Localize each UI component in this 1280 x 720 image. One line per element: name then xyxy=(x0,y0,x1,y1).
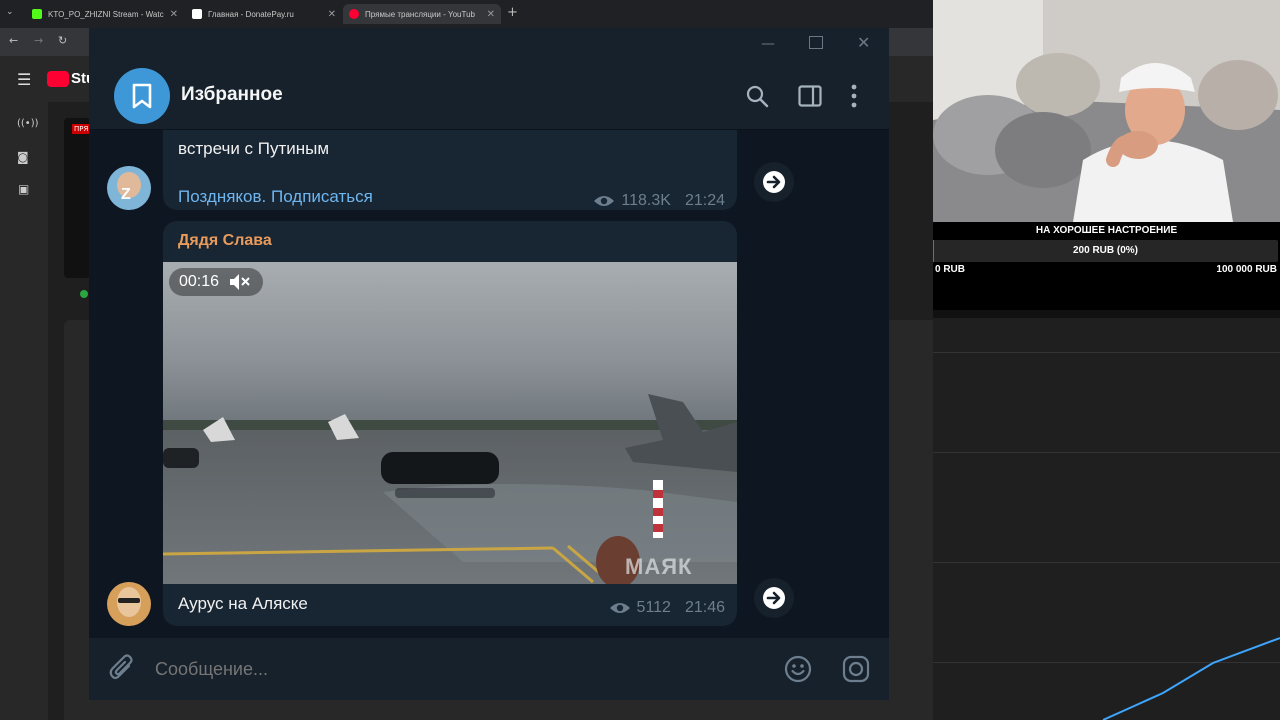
maximize-icon[interactable] xyxy=(809,36,823,49)
attach-paperclip-icon[interactable] xyxy=(109,654,135,684)
donatepay-favicon-icon xyxy=(192,9,202,19)
message-meta: 5112 21:46 xyxy=(609,599,725,617)
more-vertical-icon[interactable] xyxy=(850,84,858,108)
view-count: 5112 xyxy=(636,599,671,616)
forward-arrow-icon[interactable]: → xyxy=(34,34,43,47)
tab-list-chevron-icon[interactable]: ⌄ xyxy=(6,7,14,17)
sender-avatar[interactable]: Z xyxy=(107,166,151,210)
webcam-image xyxy=(933,0,1280,222)
donation-progress-text: 200 RUB (0%) xyxy=(1072,245,1139,256)
youtube-studio-sidebar: ((•)) ◙ ▣ xyxy=(0,102,48,720)
tab-title: Главная - DonatePay.ru xyxy=(208,9,294,19)
message-time: 21:46 xyxy=(684,599,725,616)
message-bubble[interactable]: встречи с Путиным Поздняков. Подписаться… xyxy=(163,130,737,210)
video-watermark: МАЯК xyxy=(625,554,693,579)
close-tab-icon[interactable]: ✕ xyxy=(328,9,336,20)
close-tab-icon[interactable]: ✕ xyxy=(170,9,178,20)
tab-title: KTO_PO_ZHIZNI Stream - Watc xyxy=(48,9,164,19)
browser-tab-kick[interactable]: KTO_PO_ZHIZNI Stream - Watc ✕ xyxy=(26,4,184,24)
stream-preview: ПРЯ xyxy=(64,118,91,278)
emoji-icon[interactable] xyxy=(784,655,812,683)
minimize-icon[interactable]: — xyxy=(761,36,775,52)
donation-title: НА ХОРОШЕЕ НАСТРОЕНИЕ xyxy=(1035,225,1178,236)
browser-tab-bar: ⌄ KTO_PO_ZHIZNI Stream - Watc ✕ Главная … xyxy=(0,0,933,28)
forward-message-button[interactable] xyxy=(754,162,794,202)
new-tab-button[interactable]: + xyxy=(507,5,518,20)
search-icon[interactable] xyxy=(745,84,769,108)
back-arrow-icon[interactable]: ← xyxy=(9,34,18,47)
browser-tab-donatepay[interactable]: Главная - DonatePay.ru ✕ xyxy=(186,4,342,24)
subscribe-link[interactable]: Поздняков. Подписаться xyxy=(178,187,373,207)
compose-bar xyxy=(89,638,889,700)
webcam-feed xyxy=(933,0,1280,222)
browser-tab-youtube[interactable]: Прямые трансляции - YouTub ✕ xyxy=(343,4,501,24)
message-list: встречи с Путиным Поздняков. Подписаться… xyxy=(89,130,889,638)
tab-title: Прямые трансляции - YouTub xyxy=(365,9,475,19)
saved-messages-avatar[interactable] xyxy=(114,68,170,124)
sidebar-toggle-icon[interactable] xyxy=(798,85,822,107)
viewers-line-chart xyxy=(1102,637,1280,720)
close-window-icon[interactable]: ✕ xyxy=(857,33,870,52)
close-tab-icon[interactable]: ✕ xyxy=(487,9,495,20)
message-input[interactable] xyxy=(155,654,755,684)
video-duration: 00:16 xyxy=(179,273,220,290)
telegram-window: — ✕ Избранное встречи с Путиным Поздняко… xyxy=(89,28,889,700)
live-icon[interactable]: ((•)) xyxy=(17,118,39,129)
message-author[interactable]: Дядя Слава xyxy=(178,232,272,250)
message-caption: Аурус на Аляске xyxy=(178,594,308,613)
video-frame xyxy=(163,262,737,584)
calendar-icon[interactable]: ▣ xyxy=(18,182,29,196)
youtube-logo-icon[interactable] xyxy=(47,71,69,87)
chat-title: Избранное xyxy=(181,84,283,105)
avatar-glasses xyxy=(118,598,140,603)
message-time: 21:24 xyxy=(684,192,725,209)
forward-arrow-icon xyxy=(763,171,785,193)
message-text: встречи с Путиным xyxy=(178,139,330,158)
donation-goal-widget: НА ХОРОШЕЕ НАСТРОЕНИЕ 0 RUB 100 000 RUB xyxy=(933,222,1280,310)
youtube-studio-chart-area xyxy=(933,310,1280,720)
message-meta: 118.3K 21:24 xyxy=(593,192,725,210)
eye-icon xyxy=(609,603,630,613)
youtube-favicon-icon xyxy=(349,9,359,19)
status-dot-icon xyxy=(80,290,88,298)
donation-progress-bar: 200 RUB (0%) xyxy=(933,240,1278,262)
video-message-icon[interactable] xyxy=(842,655,870,683)
reload-icon[interactable]: ↻ xyxy=(58,34,67,47)
message-bubble[interactable]: Дядя Слава МАЯК 00:16 Аурус на Аляске 51… xyxy=(163,221,737,626)
hamburger-menu-icon[interactable]: ☰ xyxy=(17,70,31,89)
donation-min-label: 0 RUB xyxy=(935,264,966,275)
mute-icon[interactable] xyxy=(229,273,251,291)
kick-favicon-icon xyxy=(32,9,42,19)
bookmark-icon xyxy=(132,83,152,109)
live-badge: ПРЯ xyxy=(72,124,91,134)
telegram-titlebar: — ✕ xyxy=(89,28,889,60)
eye-icon xyxy=(594,196,615,206)
z-letter-icon: Z xyxy=(121,186,131,203)
forward-arrow-icon xyxy=(763,587,785,609)
forward-message-button[interactable] xyxy=(754,578,794,618)
video-time-badge[interactable]: 00:16 xyxy=(169,268,263,296)
camera-icon[interactable]: ◙ xyxy=(17,150,29,164)
video-player[interactable]: МАЯК 00:16 xyxy=(163,262,737,584)
donation-max-label: 100 000 RUB xyxy=(1216,264,1277,275)
sender-avatar[interactable] xyxy=(107,582,151,626)
chat-header: Избранное xyxy=(89,60,889,130)
view-count: 118.3K xyxy=(621,192,671,209)
